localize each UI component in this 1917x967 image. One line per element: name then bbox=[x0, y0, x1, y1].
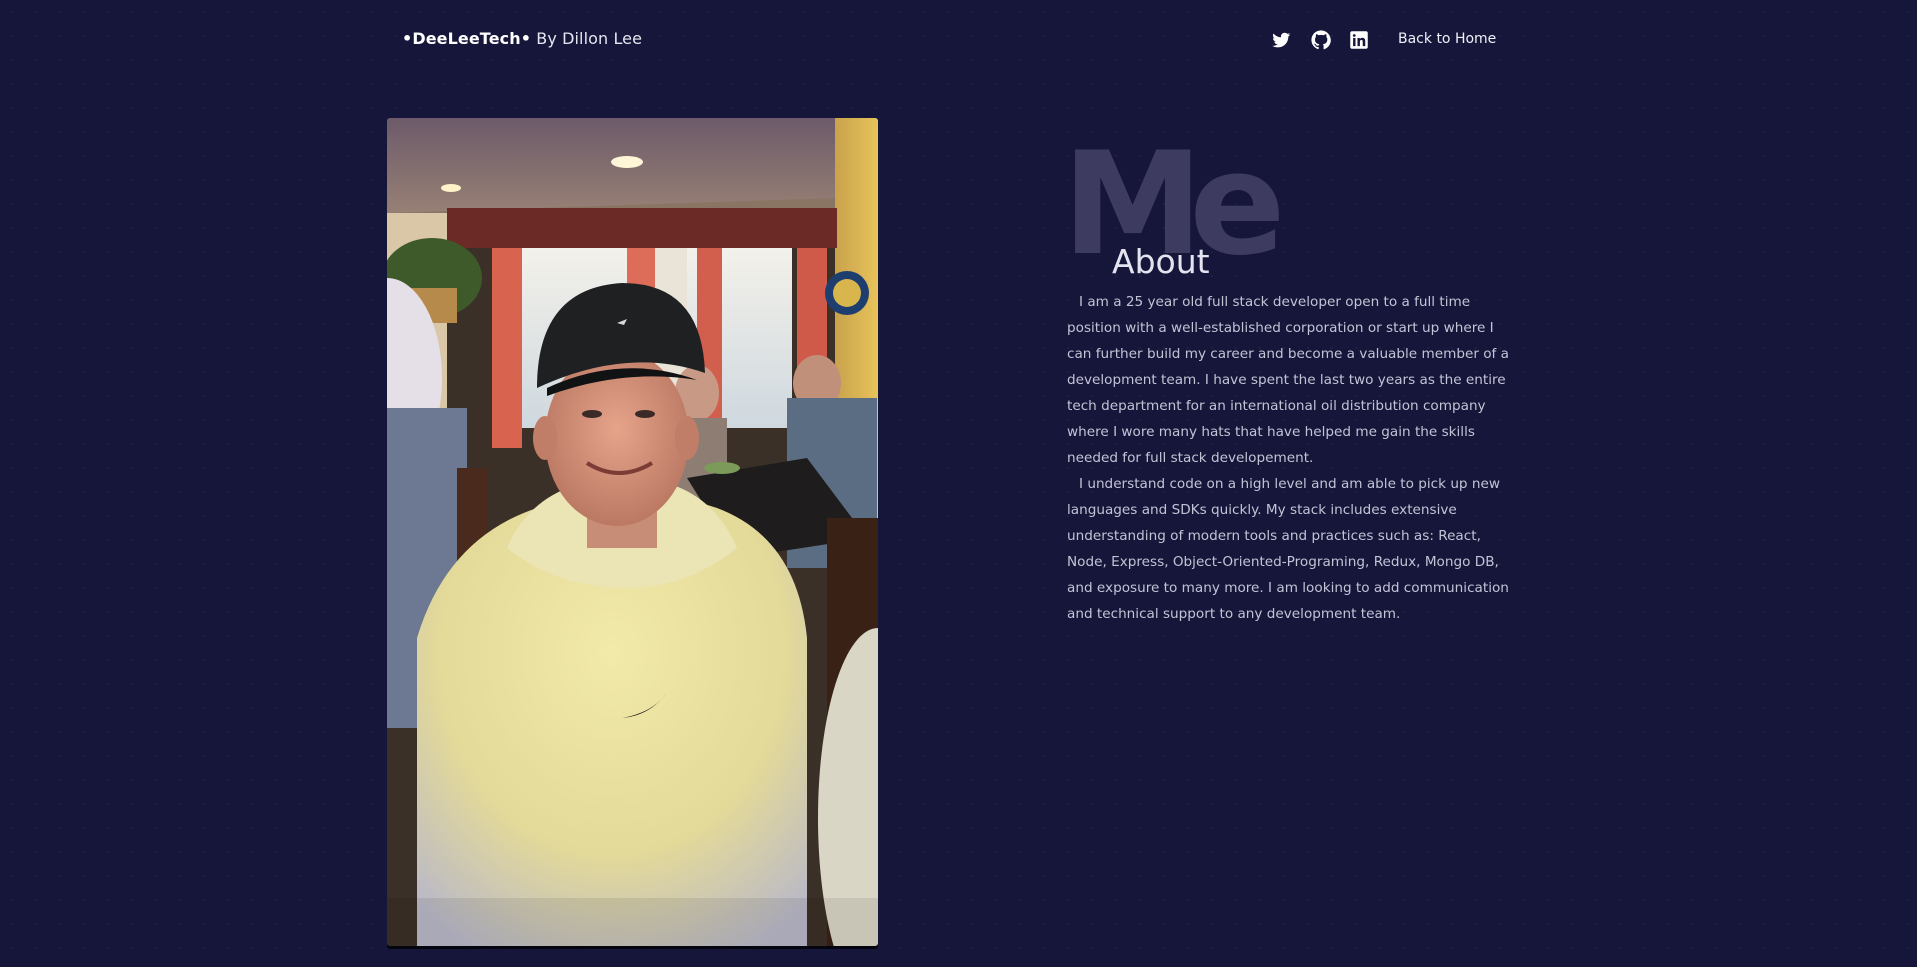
back-to-home-link[interactable]: Back to Home bbox=[1398, 31, 1496, 47]
about-paragraph-2: I understand code on a high level and am… bbox=[1067, 476, 1509, 622]
twitter-icon[interactable] bbox=[1272, 31, 1291, 49]
linkedin-icon[interactable] bbox=[1349, 30, 1369, 50]
github-icon[interactable] bbox=[1311, 30, 1331, 50]
about-heading: About bbox=[1112, 242, 1210, 282]
brand-name: •DeeLeeTech• bbox=[402, 29, 532, 48]
about-paragraph-1: I am a 25 year old full stack developer … bbox=[1067, 294, 1509, 466]
about-description: I am a 25 year old full stack developer … bbox=[1067, 289, 1515, 627]
portrait-photo bbox=[387, 118, 878, 946]
site-brand[interactable]: •DeeLeeTech• By Dillon Lee bbox=[402, 29, 642, 48]
brand-author: By Dillon Lee bbox=[531, 29, 643, 48]
about-page: •DeeLeeTech• By Dillon Lee Back to Home bbox=[0, 0, 1917, 967]
